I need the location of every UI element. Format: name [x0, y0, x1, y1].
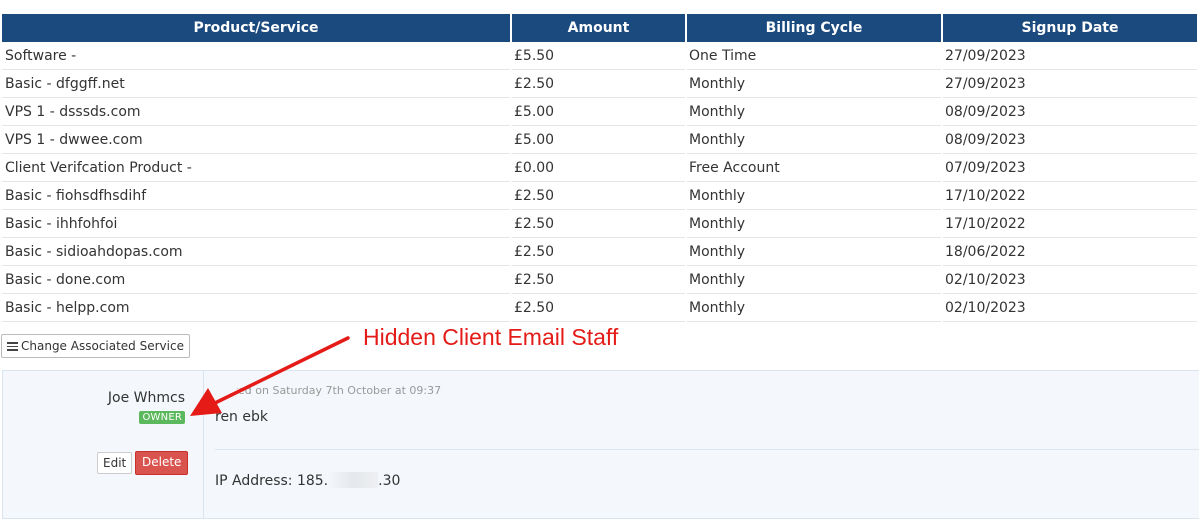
annotation-arrow-icon: [190, 336, 350, 416]
